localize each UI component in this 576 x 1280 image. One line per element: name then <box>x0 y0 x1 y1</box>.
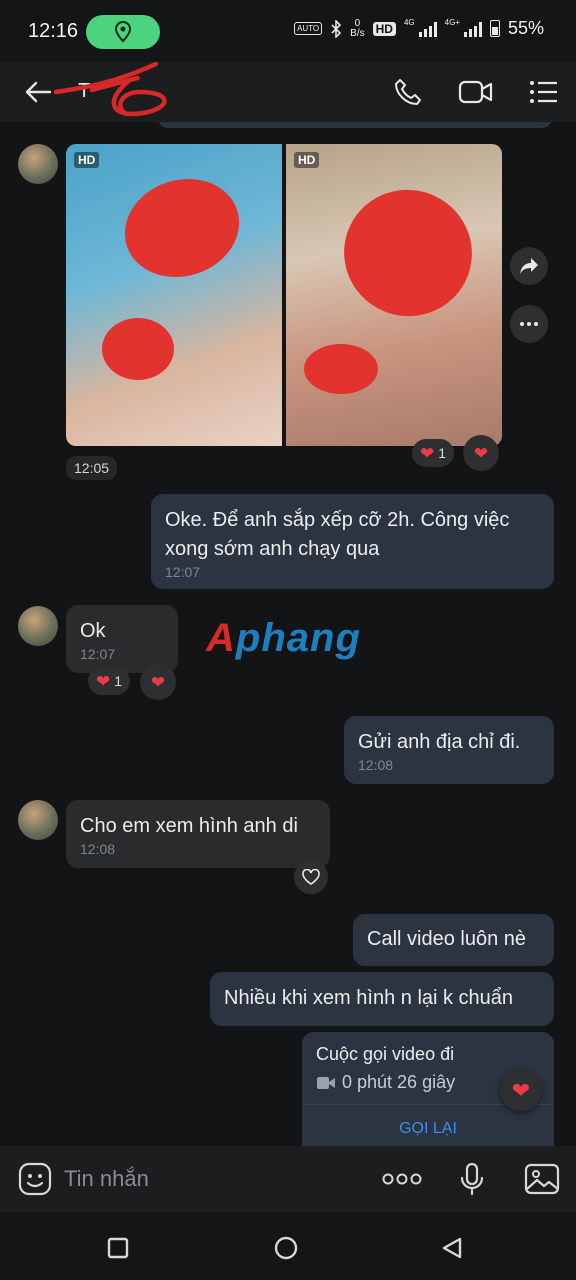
heart-icon: ❤ <box>150 672 166 692</box>
voice-call-button[interactable] <box>390 74 426 110</box>
redaction-mark <box>102 318 174 380</box>
sticker-icon <box>18 1162 52 1196</box>
nav-home-icon <box>274 1236 298 1260</box>
message-bubble[interactable]: Ok 12:07 <box>66 605 178 673</box>
voice-message-button[interactable] <box>454 1160 490 1198</box>
status-icons: AUTO 0 B/s HD 4G 4G+ 55% <box>294 18 544 39</box>
back-button[interactable] <box>20 74 56 110</box>
message-text: Cho em xem hình anh di <box>80 815 298 837</box>
location-indicator <box>86 15 160 49</box>
microphone-icon <box>460 1162 484 1196</box>
hd-badge: HD <box>74 152 100 168</box>
phone-icon <box>395 79 421 105</box>
react-button[interactable]: ❤ <box>500 1069 542 1111</box>
avatar[interactable] <box>18 606 58 646</box>
video-camera-icon <box>458 80 493 104</box>
chat-header: T <box>0 62 576 122</box>
sticker-button[interactable] <box>16 1160 54 1198</box>
name-scribble <box>53 62 167 117</box>
arrow-left-icon <box>25 81 52 103</box>
more-icon <box>520 322 538 326</box>
call-title: Cuộc gọi video đi <box>316 1044 455 1064</box>
auto-badge: AUTO <box>294 22 323 35</box>
nav-back-icon <box>442 1237 462 1259</box>
call-back-button[interactable]: GỌI LẠI <box>302 1120 554 1138</box>
watermark: Aphang <box>206 616 361 660</box>
heart-icon: ❤ <box>473 443 489 463</box>
message-text: Call video luôn nè <box>367 928 526 950</box>
heart-icon: ❤ <box>511 1077 531 1103</box>
message-bubble[interactable]: Cho em xem hình anh di 12:08 <box>66 800 330 868</box>
message-text: Gửi anh địa chỉ đi. <box>358 731 521 753</box>
more-actions-button[interactable] <box>380 1160 424 1198</box>
back-nav-button[interactable] <box>438 1234 466 1262</box>
recents-button[interactable] <box>104 1234 132 1262</box>
photo-1[interactable]: HD <box>66 144 282 446</box>
react-button[interactable] <box>294 860 328 894</box>
photo-2[interactable]: HD <box>286 144 502 446</box>
call-duration: 0 phút 26 giây <box>316 1072 455 1093</box>
chat-area[interactable]: HD HD 12:05 ❤ 1 ❤ Oke. Để anh sắp xếp cỡ … <box>0 122 576 1146</box>
message-bubble[interactable]: Gửi anh địa chỉ đi. 12:08 <box>344 716 554 784</box>
more-options-button[interactable] <box>510 305 548 343</box>
battery-icon <box>489 20 500 37</box>
menu-button[interactable] <box>526 74 562 110</box>
status-bar: 12:16 AUTO 0 B/s HD 4G 4G+ 55% <box>0 0 576 62</box>
message-time: 12:05 <box>66 456 118 480</box>
status-time: 12:16 <box>28 20 79 42</box>
message-time: 12:08 <box>80 841 116 857</box>
heart-icon: ❤ <box>419 443 435 463</box>
redaction-mark <box>112 164 252 292</box>
home-button[interactable] <box>272 1234 300 1262</box>
message-input[interactable]: Tin nhắn <box>64 1166 149 1192</box>
share-icon <box>520 258 538 274</box>
react-button[interactable]: ❤ <box>140 664 176 700</box>
avatar[interactable] <box>18 144 58 184</box>
hd-badge: HD <box>372 21 396 36</box>
message-text: Ok <box>80 620 106 642</box>
message-bubble[interactable]: Oke. Để anh sắp xếp cỡ 2h. Công việc xon… <box>151 494 554 589</box>
heart-icon: ❤ <box>95 671 111 691</box>
message-time: 12:07 <box>165 564 201 580</box>
nav-recents-icon <box>107 1237 129 1259</box>
react-button[interactable]: ❤ <box>463 435 499 471</box>
video-camera-icon <box>317 1076 335 1089</box>
previous-message-edge <box>158 122 552 128</box>
more-dots-icon <box>382 1173 422 1185</box>
message-bubble[interactable]: Nhiều khi xem hình n lại k chuẩn <box>210 972 554 1026</box>
hd-badge: HD <box>294 152 320 168</box>
message-text: Nhiều khi xem hình n lại k chuẩn <box>224 987 514 1009</box>
menu-list-icon <box>530 81 557 103</box>
avatar[interactable] <box>18 800 58 840</box>
image-icon <box>524 1163 560 1195</box>
battery-percent: 55% <box>507 18 544 38</box>
redaction-mark <box>304 344 378 394</box>
system-nav-bar <box>0 1212 576 1280</box>
video-call-button[interactable] <box>458 74 494 110</box>
location-pin-icon <box>114 21 132 43</box>
heart-outline-icon <box>302 869 320 885</box>
reaction-count[interactable]: ❤ 1 <box>88 667 130 695</box>
message-input-bar: Tin nhắn <box>0 1146 576 1212</box>
redaction-mark <box>326 171 490 335</box>
signal-2-icon <box>463 21 482 37</box>
message-time: 12:08 <box>358 757 394 773</box>
message-time: 12:07 <box>80 646 116 662</box>
image-picker-button[interactable] <box>522 1160 562 1198</box>
share-button[interactable] <box>510 247 548 285</box>
net-rate: 0 B/s <box>350 17 365 39</box>
reaction-count[interactable]: ❤ 1 <box>412 439 454 467</box>
signal-1-icon <box>418 21 437 37</box>
message-text: Oke. Để anh sắp xếp cỡ 2h. Công việc xon… <box>165 509 510 560</box>
bluetooth-icon <box>331 19 342 38</box>
message-bubble[interactable]: Call video luôn nè <box>353 914 554 966</box>
